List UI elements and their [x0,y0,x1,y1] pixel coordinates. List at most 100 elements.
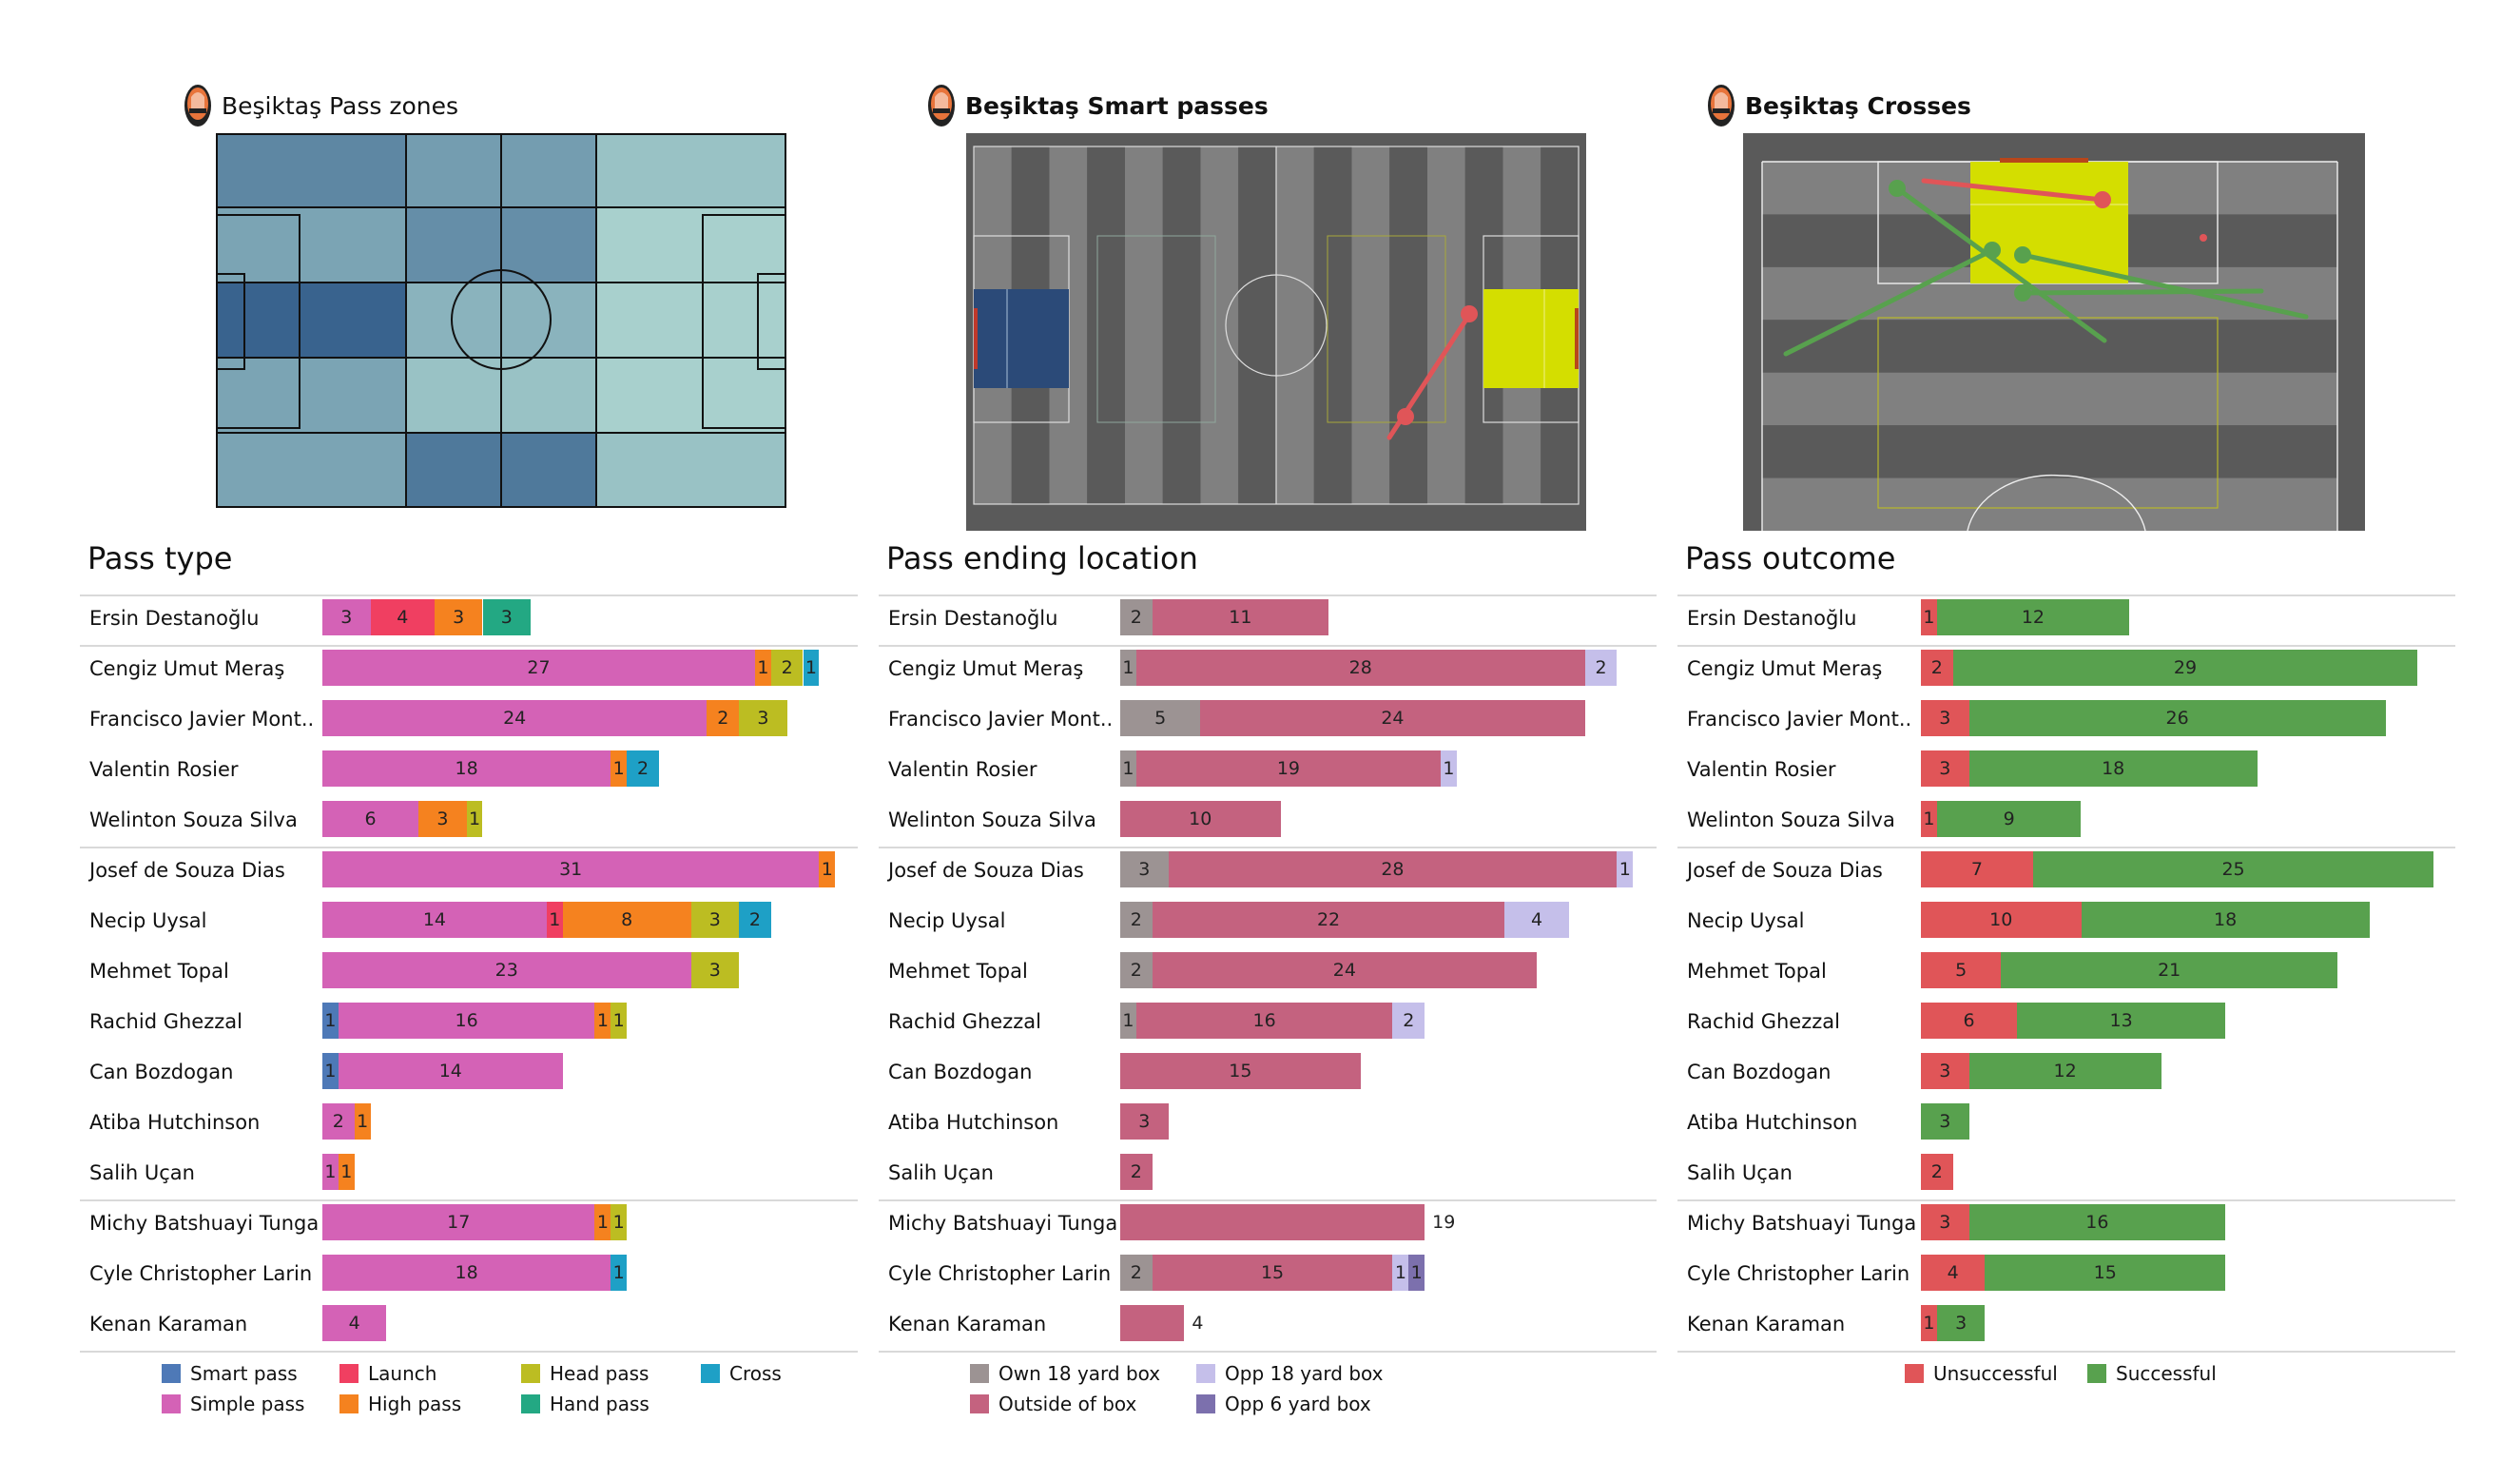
bar-segment-high-pass: 1 [594,1003,611,1039]
legend-swatch [162,1364,181,1383]
bar-total-label: 19 [1432,1212,1456,1233]
player-name: Ersin Destanoğlu [89,607,260,630]
bar-segment-unsuccessful: 2 [1921,650,1953,686]
group-separator [1677,594,2455,596]
pass-ending-location-heading: Pass ending location [886,540,1198,576]
pass-start-marker [1397,408,1414,425]
player-name: Necip Uysal [89,909,207,932]
bar-segment-outside-box: 15 [1152,1255,1393,1291]
pitch-stripe [1087,146,1125,504]
legend-swatch [1196,1394,1215,1413]
pass-outcome-heading: Pass outcome [1685,540,1896,576]
bar-segment-opp-18: 4 [1504,902,1569,938]
bar-segment-launch: 4 [370,599,435,635]
bar-segment-outside-box: 10 [1120,801,1281,837]
bar-segment-simple-pass: 14 [322,902,547,938]
bar-segment-outside-box: 11 [1152,599,1329,635]
team-badge-icon [928,85,955,127]
legend-item-opp-6: Opp 6 yard box [1196,1393,1371,1415]
own-box-zone [974,289,1069,388]
player-name: Michy Batshuayi Tunga [1687,1212,1917,1235]
bar-segment-head-pass: 3 [739,700,787,736]
legend-item-outside-box: Outside of box [970,1393,1136,1415]
team-badge-icon [184,85,211,127]
bar-segment-unsuccessful: 10 [1921,902,2082,938]
bar-segment-smart-pass: 1 [322,1053,339,1089]
bar-segment-unsuccessful: 1 [1921,1305,1937,1341]
pitch-stripe [1276,146,1314,504]
bar-segment-unsuccessful: 5 [1921,952,2002,988]
legend-label: Opp 18 yard box [1225,1362,1384,1385]
bar-segment-outside-box: 15 [1120,1053,1361,1089]
pass-zones-title: Beşiktaş Pass zones [184,84,458,127]
bar-segment-own-18: 3 [1120,851,1169,887]
bar-segment-outside-box: 22 [1152,902,1505,938]
group-separator [879,1351,1657,1353]
player-name: Can Bozdogan [888,1061,1033,1083]
bar-segment-unsuccessful: 2 [1921,1154,1953,1190]
player-name: Rachid Ghezzal [888,1010,1041,1033]
bar-segment-simple-pass: 2 [322,1103,355,1140]
bar-segment-outside-box: 24 [1200,700,1585,736]
legend-item-head-pass: Head pass [521,1362,649,1385]
bar-segment-outside-box [1120,1204,1425,1240]
opp-box-zone [1483,289,1579,388]
legend-label: Hand pass [550,1393,649,1415]
bar-segment-unsuccessful: 1 [1921,599,1937,635]
bar-segment-simple-pass: 23 [322,952,691,988]
pass-zones-title-text: Beşiktaş Pass zones [222,91,459,120]
cross-end-marker [2014,284,2031,302]
bar-segment-simple-pass: 24 [322,700,708,736]
cross-end-marker [1984,242,2001,259]
player-name: Kenan Karaman [1687,1313,1846,1335]
bar-segment-simple-pass: 31 [322,851,820,887]
zone-cell [596,133,786,207]
player-name: Welinton Souza Silva [89,809,298,831]
pitch-stripe [1762,425,2337,478]
bar-segment-unsuccessful: 7 [1921,851,2033,887]
player-name: Can Bozdogan [89,1061,234,1083]
legend-label: Outside of box [998,1393,1137,1415]
bar-segment-simple-pass: 18 [322,750,611,787]
bar-segment-cross: 2 [627,750,659,787]
group-separator [1677,847,2455,848]
legend-swatch [339,1364,359,1383]
group-separator [80,847,858,848]
pitch-stripe [1200,146,1239,504]
player-name: Josef de Souza Dias [1687,859,1883,882]
bar-segment-cross: 2 [739,902,771,938]
legend-item-hand-pass: Hand pass [521,1393,649,1415]
cross-end-marker [1889,180,1906,197]
bar-segment-simple-pass: 16 [338,1003,595,1039]
bar-segment-cross: 1 [611,1255,628,1291]
zone-cell [501,433,596,508]
zone-cell [216,207,406,283]
bar-segment-outside-box [1120,1305,1185,1341]
bar-segment-head-pass: 2 [770,650,804,686]
bar-segment-own-18: 5 [1120,700,1201,736]
bar-segment-head-pass: 3 [690,952,740,988]
player-name: Valentin Rosier [89,758,239,781]
goal-right [1575,308,1579,369]
smart-passes-title-text: Beşiktaş Smart passes [965,91,1269,120]
group-separator [80,594,858,596]
legend-item-simple-pass: Simple pass [162,1393,304,1415]
bar-segment-high-pass: 1 [819,851,836,887]
goal-left [974,308,978,369]
player-name: Welinton Souza Silva [1687,809,1895,831]
bar-segment-unsuccessful: 3 [1921,750,1969,787]
player-name: Salih Uçan [888,1161,994,1184]
zone-cell [406,133,501,207]
pitch-stripe [1762,372,2337,426]
bar-segment-successful: 13 [2017,1003,2226,1039]
crosses-pitch [1743,133,2365,531]
zone-cell [406,358,501,433]
pitch-stripe [1427,146,1465,504]
player-name: Cyle Christopher Larin [89,1262,313,1285]
legend-label: Opp 6 yard box [1225,1393,1371,1415]
player-name: Salih Uçan [1687,1161,1793,1184]
legend-label: High pass [368,1393,462,1415]
zone-cell [406,433,501,508]
bar-segment-opp-18: 1 [1392,1255,1409,1291]
player-name: Josef de Souza Dias [89,859,285,882]
